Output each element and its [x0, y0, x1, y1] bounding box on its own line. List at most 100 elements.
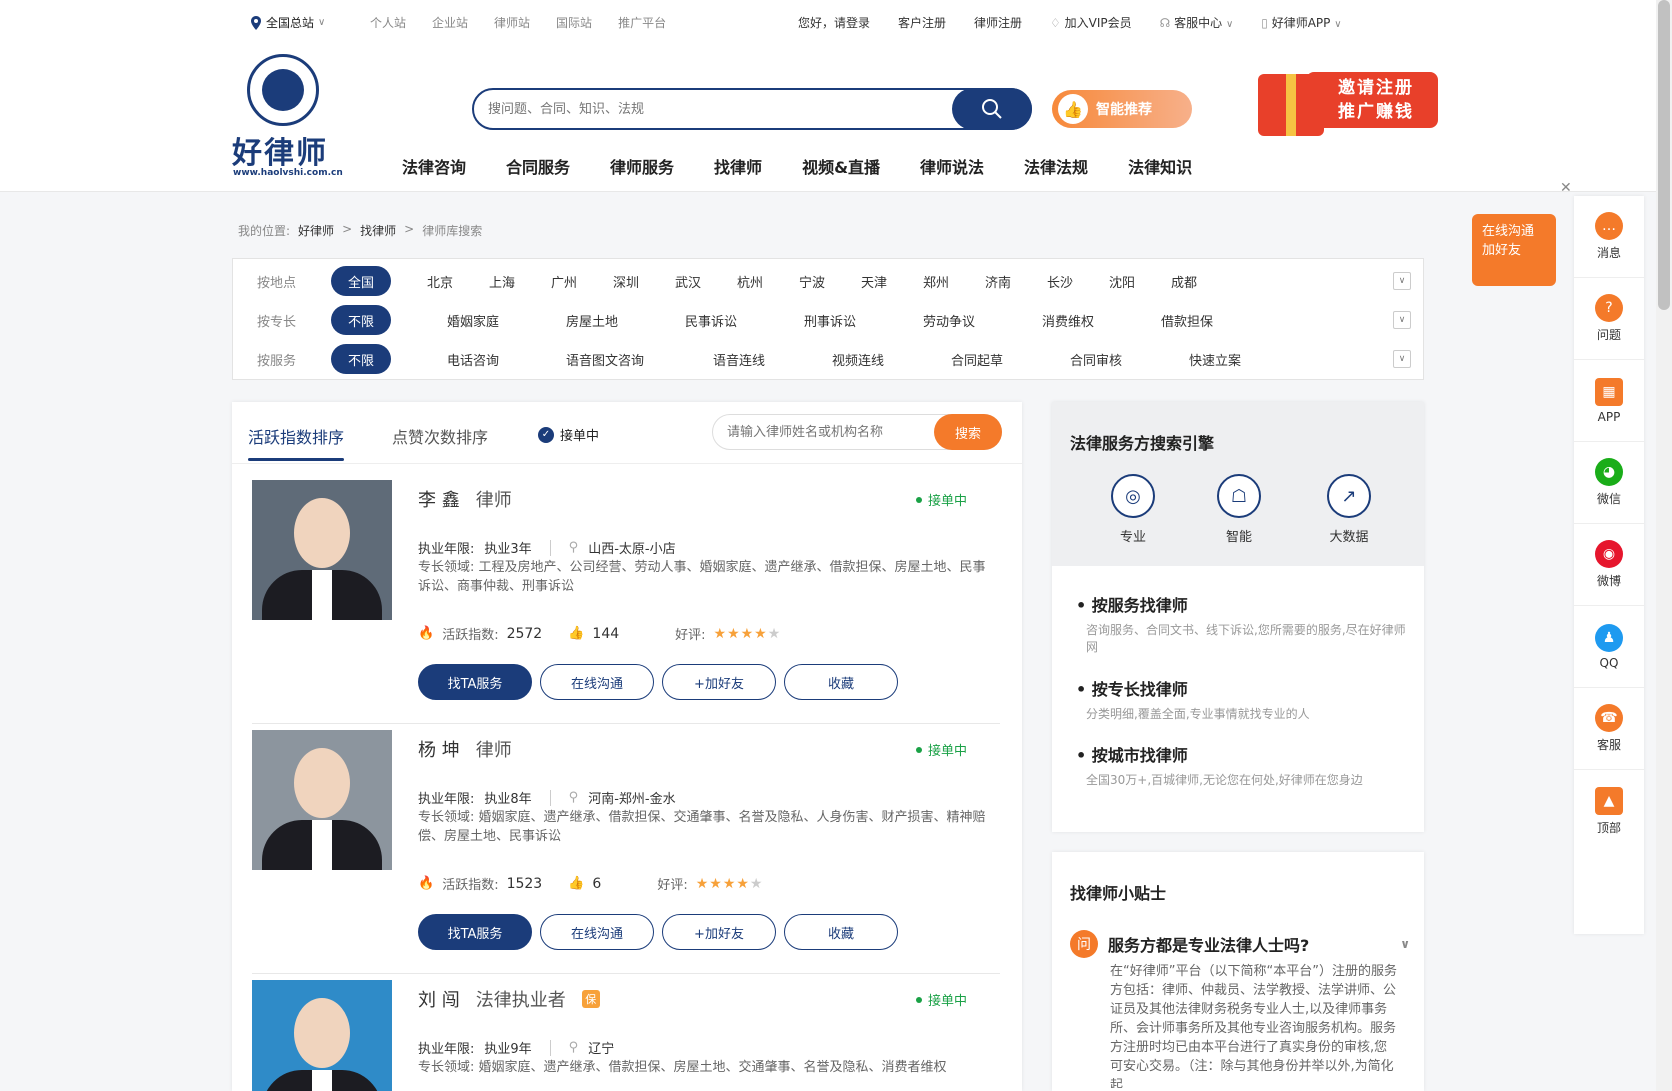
invite-banner[interactable]: 邀请注册 推广赚钱 [1258, 64, 1438, 140]
nav-find-lawyer[interactable]: 找律师 [714, 154, 762, 178]
filter-option[interactable]: 视频连线 [832, 350, 951, 369]
filter-option[interactable]: 电话咨询 [447, 350, 566, 369]
filter-option[interactable]: 长沙 [1047, 272, 1109, 291]
vip-link[interactable]: ♢ 加入VIP会员 [1050, 14, 1132, 31]
site-link-international[interactable]: 国际站 [556, 14, 592, 31]
lawyer-name[interactable]: 刘 闯 [418, 986, 460, 1012]
engine-item-specialty[interactable]: • 按专长找律师 分类明细,覆盖全面,专业事情就找专业的人 [1076, 676, 1406, 723]
nav-lawyer-talk[interactable]: 律师说法 [920, 154, 984, 178]
tab-likes[interactable]: 点赞次数排序 [392, 424, 488, 448]
filter-option[interactable]: 借款担保 [1161, 311, 1280, 330]
sidebar-item-wechat[interactable]: ◕ 微信 [1574, 442, 1644, 524]
sidebar-item-top[interactable]: ▲ 顶部 [1574, 770, 1644, 852]
engine-title: 法律服务方搜索引擎 [1070, 434, 1215, 453]
tab-active-index[interactable]: 活跃指数排序 [248, 424, 344, 448]
filter-option[interactable]: 上海 [489, 272, 551, 291]
site-links: 个人站 企业站 律师站 国际站 推广平台 [370, 14, 666, 31]
sidebar-item-service[interactable]: ☎ 客服 [1574, 688, 1644, 770]
expand-chevron-icon[interactable]: ∨ [1393, 272, 1411, 290]
filter-option[interactable]: 广州 [551, 272, 613, 291]
site-link-lawyer[interactable]: 律师站 [494, 14, 530, 31]
filter-option[interactable]: 房屋土地 [566, 311, 685, 330]
filter-option[interactable]: 快速立案 [1189, 350, 1289, 369]
lawyer-name[interactable]: 杨 坤 [418, 736, 460, 762]
accepting-filter[interactable]: ✓ 接单中 [538, 425, 599, 444]
sidebar-item-messages[interactable]: … 消息 [1574, 196, 1644, 278]
filter-selected[interactable]: 不限 [331, 305, 391, 335]
scrollbar-thumb[interactable] [1658, 0, 1670, 310]
app-link[interactable]: ▯ 好律师APP ∨ [1261, 14, 1341, 31]
filter-option[interactable]: 婚姻家庭 [447, 311, 566, 330]
site-link-promotion[interactable]: 推广平台 [618, 14, 666, 31]
hire-button[interactable]: 找TA服务 [418, 914, 532, 950]
lawyer-search-button[interactable]: 搜索 [934, 414, 1002, 450]
engine-item-city[interactable]: • 按城市找律师 全国30万+,百城律师,无论您在何处,好律师在您身边 [1076, 742, 1406, 789]
hire-button[interactable]: 找TA服务 [418, 664, 532, 700]
add-friend-button[interactable]: +加好友 [662, 914, 776, 950]
service-center-link[interactable]: ☊ 客服中心 ∨ [1160, 14, 1234, 31]
online-chat-popup[interactable]: 在线沟通 加好友 [1472, 214, 1556, 286]
nav-lawyer-service[interactable]: 律师服务 [610, 154, 674, 178]
filter-option[interactable]: 劳动争议 [923, 311, 1042, 330]
lawyer-name[interactable]: 李 鑫 [418, 486, 460, 512]
nav-laws[interactable]: 法律法规 [1024, 154, 1088, 178]
filter-option[interactable]: 消费维权 [1042, 311, 1161, 330]
main-search-input[interactable] [474, 90, 934, 128]
breadcrumb-home[interactable]: 好律师 [298, 222, 334, 239]
page-scrollbar[interactable] [1656, 0, 1672, 1091]
favorite-button[interactable]: 收藏 [784, 664, 898, 700]
lawyer-photo[interactable] [252, 980, 392, 1091]
filter-option[interactable]: 济南 [985, 272, 1047, 291]
tip-question[interactable]: 问服务方都是专业法律人士吗? ∨ [1070, 930, 1410, 958]
lawyer-specialties: 专长领域: 婚姻家庭、遗产继承、借款担保、交通肇事、名誉及隐私、人身伤害、财产损… [418, 808, 998, 846]
filter-selected[interactable]: 不限 [331, 344, 391, 374]
lawyer-photo[interactable] [252, 480, 392, 620]
engine-item-service[interactable]: • 按服务找律师 咨询服务、合同文书、线下诉讼,您所需要的服务,尽在好律师网 [1076, 592, 1406, 656]
filter-option[interactable]: 武汉 [675, 272, 737, 291]
filter-option[interactable]: 刑事诉讼 [804, 311, 923, 330]
sidebar-item-weibo[interactable]: ◉ 微博 [1574, 524, 1644, 606]
filter-option[interactable]: 沈阳 [1109, 272, 1171, 291]
expand-chevron-icon[interactable]: ∨ [1393, 311, 1411, 329]
expand-chevron-icon[interactable]: ∨ [1393, 350, 1411, 368]
engine-item-title: 按城市找律师 [1091, 746, 1188, 765]
filter-option[interactable]: 民事诉讼 [685, 311, 804, 330]
sidebar-item-qq[interactable]: ♟ QQ [1574, 606, 1644, 688]
sidebar-item-questions[interactable]: ? 问题 [1574, 278, 1644, 360]
filter-option[interactable]: 语音图文咨询 [566, 350, 713, 369]
filter-option[interactable]: 天津 [861, 272, 923, 291]
filter-option[interactable]: 合同审核 [1070, 350, 1189, 369]
lawyer-photo[interactable] [252, 730, 392, 870]
close-icon[interactable]: ✕ [1560, 180, 1572, 196]
nav-legal-consult[interactable]: 法律咨询 [402, 154, 466, 178]
favorite-button[interactable]: 收藏 [784, 914, 898, 950]
nav-video-live[interactable]: 视频&直播 [802, 154, 880, 178]
site-link-personal[interactable]: 个人站 [370, 14, 406, 31]
lawyer-search-input[interactable] [713, 415, 913, 449]
add-friend-button[interactable]: +加好友 [662, 664, 776, 700]
filter-option[interactable]: 语音连线 [713, 350, 832, 369]
location-selector[interactable]: 全国总站 ∨ [250, 14, 325, 31]
breadcrumb-find-lawyer[interactable]: 找律师 [360, 222, 396, 239]
filter-option[interactable]: 宁波 [799, 272, 861, 291]
nav-contract-service[interactable]: 合同服务 [506, 154, 570, 178]
login-link[interactable]: 您好，请登录 [798, 14, 870, 31]
filter-option[interactable]: 成都 [1171, 272, 1233, 291]
filter-option[interactable]: 杭州 [737, 272, 799, 291]
site-logo[interactable]: 好律师 www.haolvshi.com.cn [230, 50, 343, 178]
lawyer-register-link[interactable]: 律师注册 [974, 14, 1022, 31]
nav-legal-knowledge[interactable]: 法律知识 [1128, 154, 1192, 178]
chat-button[interactable]: 在线沟通 [540, 664, 654, 700]
filter-selected[interactable]: 全国 [331, 266, 391, 296]
site-link-enterprise[interactable]: 企业站 [432, 14, 468, 31]
filter-option[interactable]: 深圳 [613, 272, 675, 291]
main-search-button[interactable] [952, 88, 1032, 130]
lawyer-name-row: 李 鑫律师 [418, 486, 512, 512]
filter-option[interactable]: 合同起草 [951, 350, 1070, 369]
client-register-link[interactable]: 客户注册 [898, 14, 946, 31]
chat-button[interactable]: 在线沟通 [540, 914, 654, 950]
smart-recommend-button[interactable]: 👍 智能推荐 [1052, 90, 1192, 128]
filter-option[interactable]: 郑州 [923, 272, 985, 291]
filter-option[interactable]: 北京 [427, 272, 489, 291]
sidebar-item-app[interactable]: ▦ APP [1574, 360, 1644, 442]
